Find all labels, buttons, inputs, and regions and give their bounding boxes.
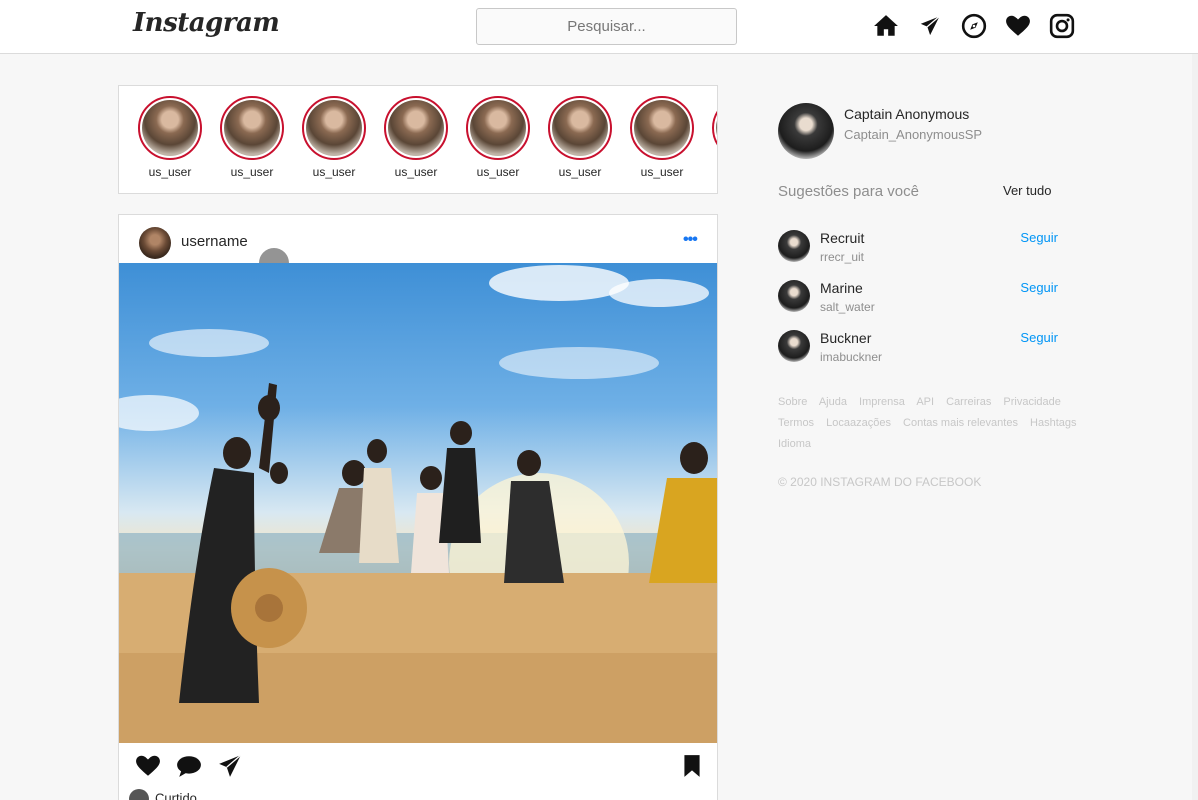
avatar[interactable] <box>778 230 810 262</box>
footer-link-careers[interactable]: Carreiras <box>946 396 991 408</box>
story-item[interactable]: us_user <box>219 96 285 179</box>
footer-link-top-accounts[interactable]: Contas mais relevantes <box>903 417 1018 429</box>
story-ring <box>630 96 694 160</box>
follow-button[interactable]: Seguir <box>1020 330 1058 345</box>
post-action-bar <box>119 743 717 787</box>
search-input[interactable] <box>476 8 737 45</box>
footer-link-hashtags[interactable]: Hashtags <box>1030 417 1076 429</box>
story-item[interactable]: us_user <box>547 96 613 179</box>
suggestion-handle: rrecr_uit <box>820 250 865 264</box>
follow-button[interactable]: Seguir <box>1020 280 1058 295</box>
story-ring <box>138 96 202 160</box>
footer-link-language[interactable]: Idioma <box>778 438 811 450</box>
story-username: us_user <box>148 165 192 179</box>
footer-link-api[interactable]: API <box>916 396 934 408</box>
avatar <box>224 100 280 156</box>
current-user-name[interactable]: Captain Anonymous <box>844 106 969 122</box>
footer-link-help[interactable]: Ajuda <box>819 396 847 408</box>
more-options-icon[interactable]: ••• <box>683 231 698 249</box>
liked-by-text: Curtido <box>155 790 197 800</box>
instagram-logo[interactable]: Instagram <box>133 8 280 38</box>
suggestion-item: Recruit rrecr_uit Seguir <box>778 230 1060 270</box>
page-scrollbar[interactable] <box>1192 54 1198 800</box>
story-item[interactable]: us_user <box>465 96 531 179</box>
footer-links: Sobre Ajuda Imprensa API Carreiras Priva… <box>778 392 1088 455</box>
current-user-handle: Captain_AnonymousSP <box>844 127 983 142</box>
avatar <box>142 100 198 156</box>
avatar[interactable] <box>139 227 171 259</box>
post-username[interactable]: username <box>181 233 248 250</box>
story-item[interactable]: us_user <box>301 96 367 179</box>
story-item[interactable]: us_user <box>383 96 449 179</box>
avatar <box>634 100 690 156</box>
suggestion-item: Marine salt_water Seguir <box>778 280 1060 320</box>
suggestion-handle: imabuckner <box>820 350 883 364</box>
avatar <box>552 100 608 156</box>
story-ring <box>302 96 366 160</box>
stories-tray: us_user us_user us_user us_user us_user … <box>118 85 718 194</box>
post-header: username ••• <box>119 215 717 278</box>
avatar <box>716 100 717 156</box>
share-send-icon[interactable] <box>217 753 243 779</box>
story-username: us_user <box>394 165 438 179</box>
story-ring <box>220 96 284 160</box>
story-item[interactable] <box>711 96 717 165</box>
story-username: us_user <box>640 165 684 179</box>
story-ring <box>384 96 448 160</box>
comment-icon[interactable] <box>176 753 202 779</box>
like-heart-icon[interactable] <box>135 753 161 779</box>
suggestion-item: Buckner imabuckner Seguir <box>778 330 1060 370</box>
footer-link-locations[interactable]: Locaazações <box>826 417 891 429</box>
avatar <box>470 100 526 156</box>
story-ring <box>466 96 530 160</box>
avatar[interactable] <box>778 330 810 362</box>
see-all-link[interactable]: Ver tudo <box>1003 183 1051 198</box>
instagram-camera-icon[interactable] <box>1049 13 1075 39</box>
liked-by-line: Curtido <box>129 789 197 800</box>
suggestion-name[interactable]: Marine <box>820 280 863 296</box>
footer-link-terms[interactable]: Termos <box>778 417 814 429</box>
direct-send-icon[interactable] <box>917 13 943 39</box>
story-item[interactable]: us_user <box>137 96 203 179</box>
story-username: us_user <box>476 165 520 179</box>
avatar[interactable] <box>778 280 810 312</box>
suggestions-title: Sugestões para você <box>778 183 919 200</box>
avatar <box>129 789 149 800</box>
story-ring <box>548 96 612 160</box>
copyright-text: © 2020 INSTAGRAM DO FACEBOOK <box>778 475 982 489</box>
feed-post: username ••• Curtido <box>118 214 718 800</box>
suggestion-name[interactable]: Buckner <box>820 330 871 346</box>
story-username: us_user <box>312 165 356 179</box>
footer-link-about[interactable]: Sobre <box>778 396 807 408</box>
bookmark-icon[interactable] <box>679 753 705 779</box>
footer-link-press[interactable]: Imprensa <box>859 396 905 408</box>
suggestion-name[interactable]: Recruit <box>820 230 864 246</box>
avatar <box>388 100 444 156</box>
story-username: us_user <box>558 165 602 179</box>
footer-link-privacy[interactable]: Privacidade <box>1003 396 1060 408</box>
beach-party-photo <box>119 265 717 743</box>
story-item[interactable]: us_user <box>629 96 695 179</box>
nav-icon-group <box>873 13 1075 39</box>
activity-heart-icon[interactable] <box>1005 13 1031 39</box>
story-username: us_user <box>230 165 274 179</box>
avatar <box>306 100 362 156</box>
post-photo[interactable] <box>119 263 717 743</box>
current-user-avatar[interactable] <box>778 103 834 159</box>
story-ring <box>712 96 717 160</box>
explore-compass-icon[interactable] <box>961 13 987 39</box>
suggestion-handle: salt_water <box>820 300 875 314</box>
follow-button[interactable]: Seguir <box>1020 230 1058 245</box>
top-navigation-bar: Instagram <box>0 0 1198 54</box>
home-icon[interactable] <box>873 13 899 39</box>
